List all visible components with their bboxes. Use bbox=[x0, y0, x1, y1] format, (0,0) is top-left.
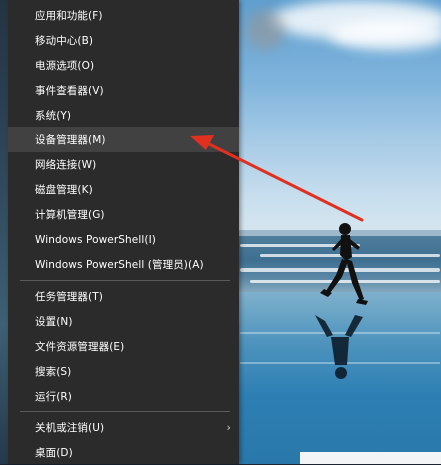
menu-item-disk-management[interactable]: 磁盘管理(K) bbox=[8, 177, 239, 202]
menu-item-label: 设置(N) bbox=[35, 316, 73, 328]
menu-item-label: 任务管理器(T) bbox=[35, 291, 103, 303]
menu-item-label: 桌面(D) bbox=[35, 447, 73, 459]
menu-item-system[interactable]: 系统(Y) bbox=[8, 103, 239, 128]
menu-item-computer-management[interactable]: 计算机管理(G) bbox=[8, 202, 239, 227]
menu-item-label: 搜索(S) bbox=[35, 366, 72, 378]
menu-item-label: 事件查看器(V) bbox=[35, 85, 104, 97]
menu-item-file-explorer[interactable]: 文件资源管理器(E) bbox=[8, 334, 239, 359]
menu-item-label: Windows PowerShell(I) bbox=[35, 233, 156, 246]
menu-item-event-viewer[interactable]: 事件查看器(V) bbox=[8, 78, 239, 103]
menu-item-label: 关机或注销(U) bbox=[35, 422, 105, 434]
menu-item-shutdown-signout[interactable]: 关机或注销(U) › bbox=[8, 415, 239, 440]
menu-item-power-options[interactable]: 电源选项(O) bbox=[8, 53, 239, 78]
wallpaper-cloud bbox=[245, 10, 285, 50]
menu-item-powershell-admin[interactable]: Windows PowerShell (管理员)(A) bbox=[8, 252, 239, 277]
menu-item-powershell[interactable]: Windows PowerShell(I) bbox=[8, 227, 239, 252]
menu-item-device-manager[interactable]: 设备管理器(M) bbox=[8, 127, 239, 152]
desktop-edge bbox=[0, 0, 8, 464]
menu-item-task-manager[interactable]: 任务管理器(T) bbox=[8, 284, 239, 309]
runner-silhouette bbox=[320, 223, 368, 305]
menu-item-mobility-center[interactable]: 移动中心(B) bbox=[8, 28, 239, 53]
menu-item-label: 设备管理器(M) bbox=[35, 134, 106, 146]
menu-item-label: 移动中心(B) bbox=[35, 35, 94, 47]
menu-item-label: 系统(Y) bbox=[35, 110, 72, 122]
menu-item-label: Windows PowerShell (管理员)(A) bbox=[35, 259, 204, 271]
winx-context-menu: 应用和功能(F) 移动中心(B) 电源选项(O) 事件查看器(V) 系统(Y) … bbox=[8, 0, 239, 464]
wallpaper-cloud bbox=[330, 20, 441, 50]
menu-item-label: 运行(R) bbox=[35, 391, 72, 403]
menu-item-desktop[interactable]: 桌面(D) bbox=[8, 440, 239, 465]
menu-separator bbox=[20, 411, 230, 412]
menu-item-settings[interactable]: 设置(N) bbox=[8, 309, 239, 334]
menu-item-label: 电源选项(O) bbox=[35, 60, 95, 72]
menu-item-label: 磁盘管理(K) bbox=[35, 184, 93, 196]
menu-item-network-connections[interactable]: 网络连接(W) bbox=[8, 152, 239, 177]
menu-item-label: 计算机管理(G) bbox=[35, 209, 105, 221]
menu-item-run[interactable]: 运行(R) bbox=[8, 384, 239, 409]
menu-item-apps-features[interactable]: 应用和功能(F) bbox=[8, 3, 239, 28]
menu-item-label: 文件资源管理器(E) bbox=[35, 341, 125, 353]
menu-item-search[interactable]: 搜索(S) bbox=[8, 359, 239, 384]
menu-separator bbox=[20, 280, 230, 281]
menu-item-label: 应用和功能(F) bbox=[35, 10, 103, 22]
menu-item-label: 网络连接(W) bbox=[35, 159, 97, 171]
runner-reflection bbox=[315, 315, 363, 379]
taskbar-fragment bbox=[300, 452, 441, 464]
chevron-right-icon: › bbox=[226, 421, 231, 434]
